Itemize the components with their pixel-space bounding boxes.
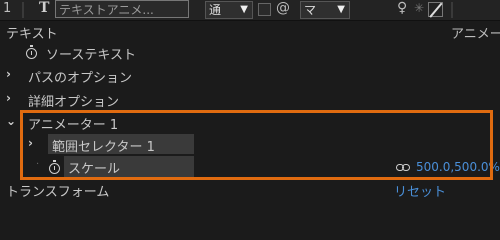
path-options-row[interactable]: › パスのオプション	[0, 64, 500, 86]
range-selector-label: 範囲セレクター 1	[52, 140, 155, 155]
track-matte-value: マ	[304, 3, 317, 17]
divider	[22, 2, 24, 18]
preserve-transparency-checkbox[interactable]	[258, 3, 271, 16]
chevron-right-icon[interactable]: ›	[6, 67, 11, 81]
animator-label: アニメーター 1	[28, 118, 119, 133]
collapse-switch-icon[interactable]: ✳	[414, 1, 424, 15]
chevron-right-icon[interactable]: ›	[6, 91, 11, 105]
chevron-down-icon[interactable]: ⌄	[6, 114, 16, 128]
scale-label: スケール	[68, 162, 121, 177]
chevron-right-icon[interactable]: ›	[28, 136, 33, 150]
chevron-down-icon: ▼	[337, 4, 345, 15]
source-text-label: ソーステキスト	[46, 48, 136, 63]
layer-name-field[interactable]: テキストアニメ...	[55, 0, 189, 18]
divider	[451, 2, 453, 18]
transform-label: トランスフォーム	[6, 185, 110, 200]
text-layer-icon: T	[39, 0, 50, 16]
more-options-label: 詳細オプション	[28, 95, 120, 110]
chevron-down-icon: ▼	[240, 4, 248, 15]
stopwatch-icon[interactable]	[26, 45, 37, 59]
scale-value[interactable]: 500.0,500.0%	[416, 160, 500, 174]
scale-name-field[interactable]: スケール	[64, 156, 194, 177]
quality-switch-icon[interactable]	[428, 2, 443, 17]
animate-menu-label[interactable]: アニメー	[451, 23, 500, 42]
reset-link[interactable]: リセット	[394, 181, 446, 200]
layer-index: 1	[3, 1, 12, 16]
stopwatch-icon[interactable]	[49, 160, 60, 174]
animator-row[interactable]: ⌄ アニメーター 1	[0, 111, 500, 133]
constrain-proportions-link-icon[interactable]	[396, 164, 411, 172]
scale-row[interactable]: · スケール 500.0,500.0%	[0, 156, 500, 178]
transform-row[interactable]: トランスフォーム リセット	[0, 178, 500, 200]
range-selector-name-field[interactable]: 範囲セレクター 1	[48, 134, 194, 155]
layer-header-bar: 1 T テキストアニメ... 通 ▼ @ マ ▼ ♀ ✳	[0, 0, 500, 21]
track-matte-pickwhip-icon[interactable]: @	[276, 0, 290, 16]
track-matte-dropdown[interactable]: マ ▼	[300, 1, 350, 19]
blend-mode-value: 通	[209, 3, 222, 17]
more-options-row[interactable]: › 詳細オプション	[0, 88, 500, 110]
source-text-row[interactable]: ソーステキスト	[0, 41, 500, 63]
shy-switch-icon[interactable]: ♀	[397, 0, 407, 16]
blend-mode-dropdown[interactable]: 通 ▼	[205, 1, 253, 19]
path-options-label: パスのオプション	[28, 71, 133, 86]
range-selector-row[interactable]: › 範囲セレクター 1	[0, 133, 500, 155]
section-label: テキスト	[6, 27, 58, 42]
text-group-row[interactable]: テキスト アニメー	[0, 20, 500, 42]
bullet-dot: ·	[36, 159, 40, 170]
